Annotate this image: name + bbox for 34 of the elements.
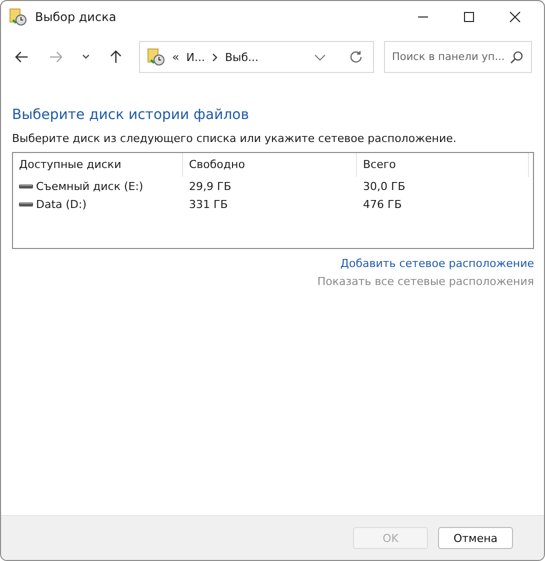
folder-clock-icon (146, 48, 165, 66)
overflow-chevron[interactable]: « (172, 50, 180, 64)
breadcrumb[interactable]: Выб... (225, 50, 259, 64)
refresh-icon[interactable] (349, 50, 364, 64)
folder-clock-icon (9, 8, 27, 26)
breadcrumb[interactable]: И... (186, 50, 205, 64)
page-heading: Выберите диск истории файлов (12, 107, 250, 123)
drive-icon (19, 202, 33, 206)
back-arrow-icon[interactable] (15, 51, 29, 63)
drive-name: Data (D:) (36, 198, 87, 210)
free-space: 29,9 ГБ (188, 180, 232, 192)
chevron-right-icon (212, 52, 218, 62)
window-title: Выбор диска (35, 10, 116, 24)
search-field[interactable]: Поиск в панели уп... (384, 41, 532, 73)
chevron-down-icon[interactable] (314, 54, 326, 60)
drive-name: Съемный диск (E:) (36, 180, 144, 192)
drive-icon (19, 184, 33, 188)
column-header[interactable]: Доступные диски (13, 153, 183, 177)
column-header[interactable]: Всего (357, 153, 529, 177)
maximize-icon[interactable] (463, 11, 475, 23)
drive-row[interactable]: Съемный диск (E:) 29,9 ГБ 30,0 ГБ (13, 177, 533, 195)
free-space: 331 ГБ (188, 198, 229, 210)
search-icon[interactable] (510, 51, 524, 64)
close-icon[interactable] (509, 11, 521, 23)
address-bar[interactable]: « И... Выб... (138, 41, 374, 73)
total-space: 30,0 ГБ (362, 180, 406, 192)
up-arrow-icon[interactable] (110, 50, 122, 64)
chevron-down-icon[interactable] (82, 54, 90, 60)
drive-row[interactable]: Data (D:) 331 ГБ 476 ГБ (13, 195, 533, 213)
link[interactable]: Добавить сетевое расположение (340, 257, 534, 270)
instruction-text: Выберите диск из следующего списка или укажите сетевое расположение. (12, 132, 458, 145)
total-space: 476 ГБ (362, 198, 403, 210)
cancel-button[interactable]: Отмена (438, 527, 513, 549)
column-header[interactable]: Свободно (183, 153, 357, 177)
